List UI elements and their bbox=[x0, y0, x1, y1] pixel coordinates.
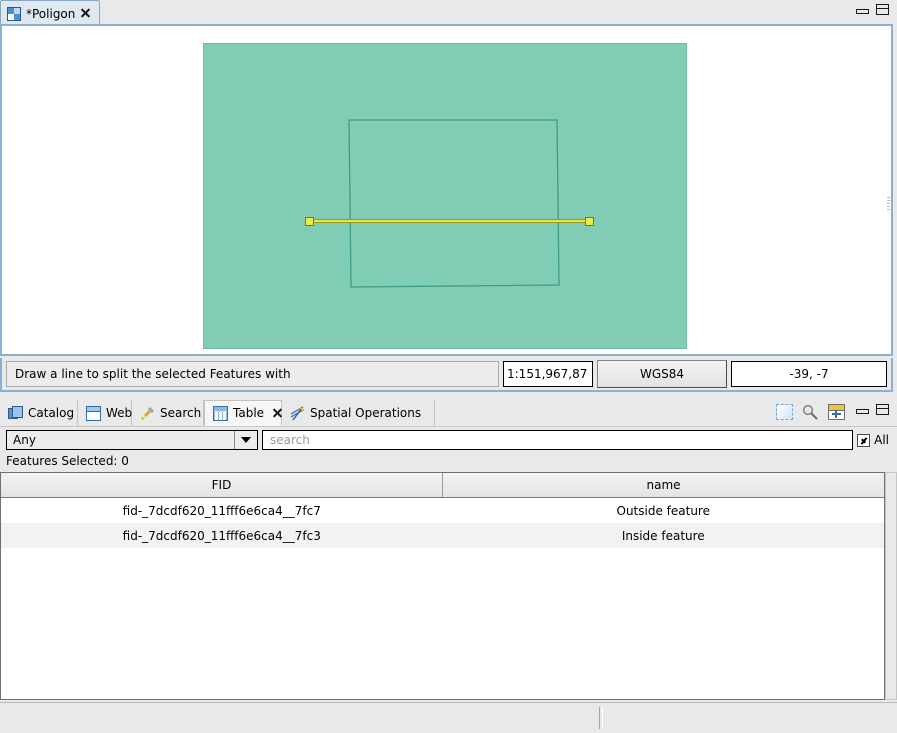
inner-polygon-feature[interactable] bbox=[348, 119, 560, 288]
search-pencil-icon bbox=[140, 406, 155, 421]
split-line-vertex-end[interactable] bbox=[585, 217, 594, 226]
scale-field[interactable]: 1:151,967,87 bbox=[503, 361, 593, 387]
zoom-to-selection-icon[interactable] bbox=[802, 404, 819, 420]
application-status-bar bbox=[0, 702, 897, 733]
minimize-icon[interactable] bbox=[856, 409, 869, 414]
scrollbar-thumb-grip bbox=[887, 196, 890, 211]
split-line-sketch[interactable] bbox=[305, 217, 594, 226]
editor-tab-label: *Poligon bbox=[26, 6, 76, 21]
select-all-icon[interactable] bbox=[776, 404, 793, 420]
chevron-down-icon[interactable] bbox=[234, 431, 257, 449]
maximize-icon[interactable] bbox=[876, 4, 889, 15]
bottom-panel-toolbar bbox=[776, 404, 845, 420]
all-checkbox-label: All bbox=[874, 433, 889, 447]
catalog-icon bbox=[8, 405, 23, 421]
tab-table[interactable]: Table bbox=[204, 400, 282, 426]
tab-search[interactable]: Search bbox=[132, 400, 204, 426]
feature-table[interactable]: FID name fid-_7dcdf620_11fff6e6ca4__7fc7… bbox=[0, 472, 885, 700]
spatial-operations-icon bbox=[290, 405, 305, 421]
editor-window-controls bbox=[856, 4, 889, 15]
cell-name[interactable]: Inside feature bbox=[442, 523, 884, 548]
tab-spatial-operations-label: Spatial Operations bbox=[310, 406, 422, 420]
features-selected-count: Features Selected: 0 bbox=[6, 454, 129, 468]
close-icon[interactable] bbox=[80, 8, 91, 19]
table-row[interactable]: fid-_7dcdf620_11fff6e6ca4__7fc3 Inside f… bbox=[1, 523, 884, 548]
bottom-panel: Catalog Web Search Table Spatial Operati… bbox=[0, 400, 897, 733]
search-input[interactable] bbox=[268, 432, 848, 448]
cell-fid[interactable]: fid-_7dcdf620_11fff6e6ca4__7fc3 bbox=[1, 523, 443, 548]
map-layer-icon bbox=[7, 6, 21, 21]
status-bar-separator bbox=[599, 707, 603, 729]
search-field[interactable] bbox=[262, 430, 854, 450]
field-selector-value: Any bbox=[13, 433, 36, 447]
editor-tab-bar: *Poligon bbox=[0, 0, 897, 26]
table-header-row: FID name bbox=[1, 473, 884, 498]
tab-search-label: Search bbox=[160, 406, 202, 420]
column-header-fid[interactable]: FID bbox=[1, 473, 443, 498]
tab-web[interactable]: Web bbox=[78, 400, 132, 426]
inner-polygon-outline bbox=[348, 119, 560, 288]
close-icon[interactable] bbox=[272, 408, 273, 419]
cell-fid[interactable]: fid-_7dcdf620_11fff6e6ca4__7fc7 bbox=[1, 497, 443, 523]
checkbox-checked-icon[interactable] bbox=[857, 433, 871, 447]
coordinate-readout: -39, -7 bbox=[731, 361, 887, 387]
editor-tab-poligon[interactable]: *Poligon bbox=[0, 0, 100, 26]
map-frame bbox=[0, 24, 893, 356]
tab-web-label: Web bbox=[106, 406, 133, 420]
status-message: Draw a line to split the selected Featur… bbox=[6, 361, 499, 387]
minimize-icon[interactable] bbox=[856, 9, 869, 14]
tab-table-label: Table bbox=[233, 406, 265, 420]
map-vertical-scrollbar[interactable] bbox=[887, 27, 890, 353]
all-checkbox[interactable]: All bbox=[857, 433, 891, 447]
map-editor-view: *Poligon Draw a line to split the select… bbox=[0, 0, 897, 398]
split-line-vertex-start[interactable] bbox=[305, 217, 314, 226]
add-column-icon[interactable] bbox=[828, 404, 845, 420]
map-status-bar: Draw a line to split the selected Featur… bbox=[0, 358, 893, 392]
cell-name[interactable]: Outside feature bbox=[442, 497, 884, 523]
table-icon bbox=[213, 405, 228, 421]
table-vertical-scrollbar[interactable] bbox=[885, 472, 897, 700]
bottom-panel-window-controls bbox=[856, 404, 889, 415]
map-canvas[interactable] bbox=[2, 26, 891, 354]
table-filter-bar: Any All bbox=[0, 428, 897, 452]
tab-catalog[interactable]: Catalog bbox=[0, 400, 78, 426]
tab-spatial-operations[interactable]: Spatial Operations bbox=[282, 400, 435, 426]
split-line-segment bbox=[309, 219, 591, 223]
table-row[interactable]: fid-_7dcdf620_11fff6e6ca4__7fc7 Outside … bbox=[1, 497, 884, 523]
tab-catalog-label: Catalog bbox=[28, 406, 75, 420]
crs-button[interactable]: WGS84 bbox=[597, 360, 727, 388]
maximize-icon[interactable] bbox=[876, 404, 889, 415]
column-header-name[interactable]: name bbox=[442, 473, 884, 498]
field-selector-dropdown[interactable]: Any bbox=[6, 430, 258, 450]
bottom-panel-tab-bar: Catalog Web Search Table Spatial Operati… bbox=[0, 400, 897, 427]
application-window: *Poligon Draw a line to split the select… bbox=[0, 0, 897, 733]
web-browser-icon bbox=[86, 405, 101, 421]
